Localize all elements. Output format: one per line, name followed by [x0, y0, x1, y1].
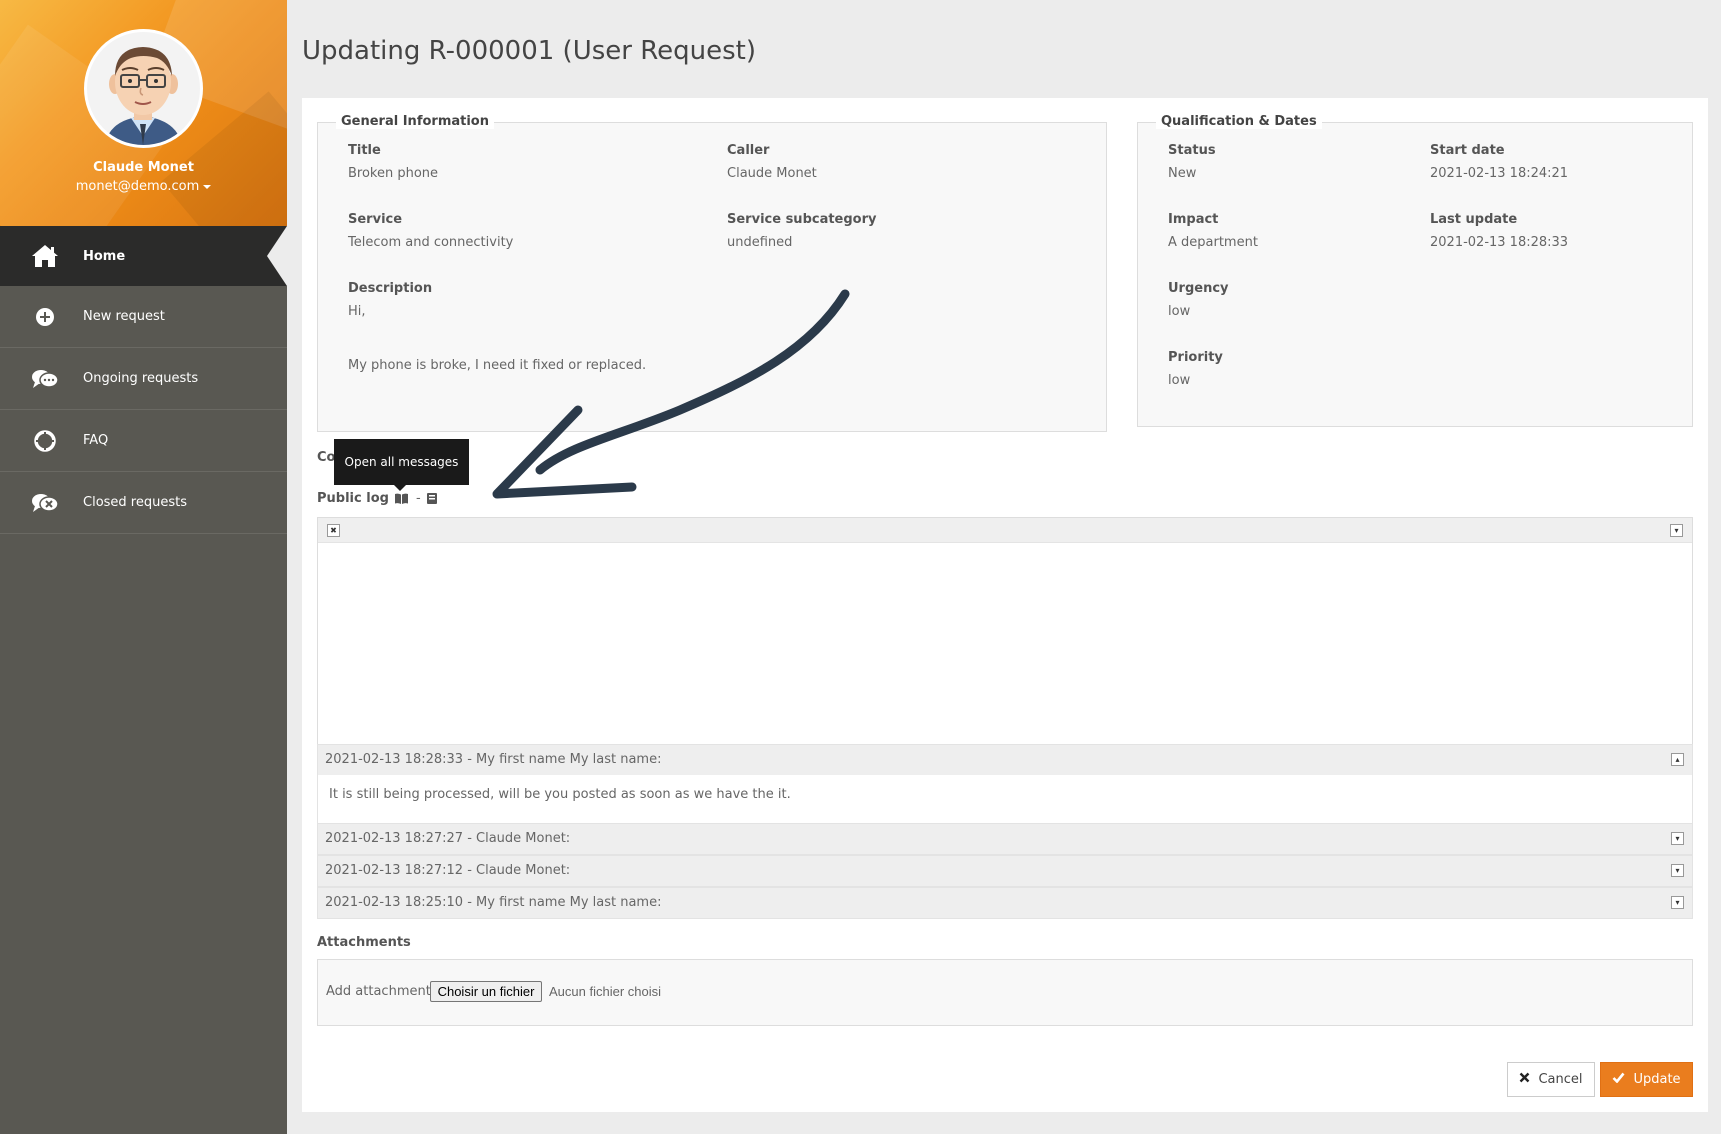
user-email: monet@demo.com [75, 179, 200, 194]
close-icon [1519, 1072, 1530, 1087]
separator: - [416, 491, 421, 506]
sidebar-item-ongoing-requests[interactable]: Ongoing requests [0, 348, 287, 410]
impact-label: Impact [1168, 212, 1219, 227]
sidebar-item-home[interactable]: Home [0, 226, 287, 286]
status-label: Status [1168, 143, 1216, 158]
log-entry-body: It is still being processed, will be you… [318, 775, 1692, 825]
caret-down-icon [203, 184, 212, 189]
chat-bubbles-icon [30, 366, 60, 392]
checkmark-icon [1612, 1072, 1625, 1087]
chevron-down-icon[interactable]: ▾ [1671, 896, 1684, 909]
sidebar-menu: Home New request Ongoing requests FAQ Cl… [0, 226, 287, 534]
log-entry-title: 2021-02-13 18:27:12 - Claude Monet: [325, 863, 571, 878]
tooltip: Open all messages [334, 439, 469, 491]
sidebar-item-faq[interactable]: FAQ [0, 410, 287, 472]
avatar[interactable] [84, 29, 203, 148]
qualification-dates-legend: Qualification & Dates [1156, 114, 1322, 129]
home-icon [30, 243, 60, 269]
log-entry-title: 2021-02-13 18:27:27 - Claude Monet: [325, 831, 571, 846]
update-button[interactable]: Update [1600, 1062, 1693, 1097]
sidebar-item-new-request[interactable]: New request [0, 286, 287, 348]
priority-value: low [1168, 373, 1191, 388]
title-value: Broken phone [348, 166, 439, 181]
plus-circle-icon [30, 304, 60, 330]
sidebar-item-label: Closed requests [83, 495, 187, 510]
sidebar: Claude Monet monet@demo.com Home New req… [0, 0, 287, 1134]
log-entry-title: 2021-02-13 18:28:33 - My first name My l… [325, 752, 662, 767]
caller-value: Claude Monet [727, 166, 817, 181]
chat-closed-icon [30, 490, 60, 516]
tooltip-text: Open all messages [344, 455, 459, 469]
sidebar-item-closed-requests[interactable]: Closed requests [0, 472, 287, 534]
service-value: Telecom and connectivity [348, 235, 514, 250]
service-label: Service [348, 212, 403, 227]
sidebar-item-label: New request [83, 309, 165, 324]
choose-file-button[interactable]: Choisir un fichier [430, 981, 542, 1002]
start-date-label: Start date [1430, 143, 1505, 158]
public-log-editor[interactable]: ✖ ▾ [317, 517, 1693, 745]
log-entry-header[interactable]: 2021-02-13 18:27:12 - Claude Monet: ▾ [318, 856, 1692, 886]
caller-label: Caller [727, 143, 770, 158]
update-label: Update [1633, 1072, 1681, 1087]
description-line: Hi, [348, 304, 366, 319]
priority-label: Priority [1168, 350, 1223, 365]
profile-header: Claude Monet monet@demo.com [0, 0, 287, 226]
last-update-value: 2021-02-13 18:28:33 [1430, 235, 1569, 250]
maximize-icon[interactable]: ✖ [327, 524, 340, 537]
chevron-down-icon[interactable]: ▾ [1671, 864, 1684, 877]
general-information-fieldset: General Information Title Broken phone C… [317, 114, 1107, 432]
log-entry-header[interactable]: 2021-02-13 18:27:27 - Claude Monet: ▾ [318, 824, 1692, 854]
urgency-value: low [1168, 304, 1191, 319]
editor-toolbar: ✖ ▾ [318, 518, 1692, 543]
log-entry: 2021-02-13 18:27:12 - Claude Monet: ▾ [317, 855, 1693, 887]
description-label: Description [348, 281, 433, 296]
title-label: Title [348, 143, 381, 158]
description-line: My phone is broke, I need it fixed or re… [348, 358, 647, 373]
log-entry: 2021-02-13 18:28:33 - My first name My l… [317, 744, 1693, 826]
cancel-button[interactable]: Cancel [1507, 1062, 1595, 1097]
no-file-text: Aucun fichier choisi [549, 984, 661, 999]
attachments-label: Attachments [317, 935, 411, 950]
log-entry: 2021-02-13 18:27:27 - Claude Monet: ▾ [317, 823, 1693, 855]
chevron-down-icon[interactable]: ▾ [1670, 524, 1683, 537]
attachments-box: Add attachment: Choisir un fichier Aucun… [317, 959, 1693, 1026]
urgency-label: Urgency [1168, 281, 1229, 296]
lifebuoy-icon [30, 428, 60, 454]
chevron-down-icon[interactable]: ▾ [1671, 832, 1684, 845]
contacts-label: Co [317, 450, 336, 465]
qualification-dates-fieldset: Qualification & Dates Status New Start d… [1137, 114, 1693, 427]
log-entry-title: 2021-02-13 18:25:10 - My first name My l… [325, 895, 662, 910]
sidebar-item-label: Home [83, 248, 126, 264]
add-attachment-label: Add attachment: [326, 984, 436, 999]
page-title: Updating R-000001 (User Request) [302, 36, 756, 66]
log-entry-header[interactable]: 2021-02-13 18:28:33 - My first name My l… [318, 745, 1692, 775]
public-log-label: Public log [317, 491, 389, 506]
service-subcategory-label: Service subcategory [727, 212, 877, 227]
user-name: Claude Monet [93, 160, 194, 175]
service-subcategory-value: undefined [727, 235, 793, 250]
start-date-value: 2021-02-13 18:24:21 [1430, 166, 1569, 181]
cancel-label: Cancel [1538, 1072, 1583, 1087]
status-value: New [1168, 166, 1197, 181]
impact-value: A department [1168, 235, 1258, 250]
general-information-legend: General Information [336, 114, 494, 129]
log-entry: 2021-02-13 18:25:10 - My first name My l… [317, 887, 1693, 919]
sidebar-item-label: FAQ [83, 433, 109, 448]
chevron-up-icon[interactable]: ▴ [1671, 753, 1684, 766]
open-book-icon[interactable] [394, 492, 408, 505]
user-menu-toggle[interactable]: monet@demo.com [0, 179, 287, 194]
log-entry-header[interactable]: 2021-02-13 18:25:10 - My first name My l… [318, 888, 1692, 918]
last-update-label: Last update [1430, 212, 1518, 227]
sidebar-item-label: Ongoing requests [83, 371, 199, 386]
closed-book-icon[interactable] [426, 492, 440, 505]
